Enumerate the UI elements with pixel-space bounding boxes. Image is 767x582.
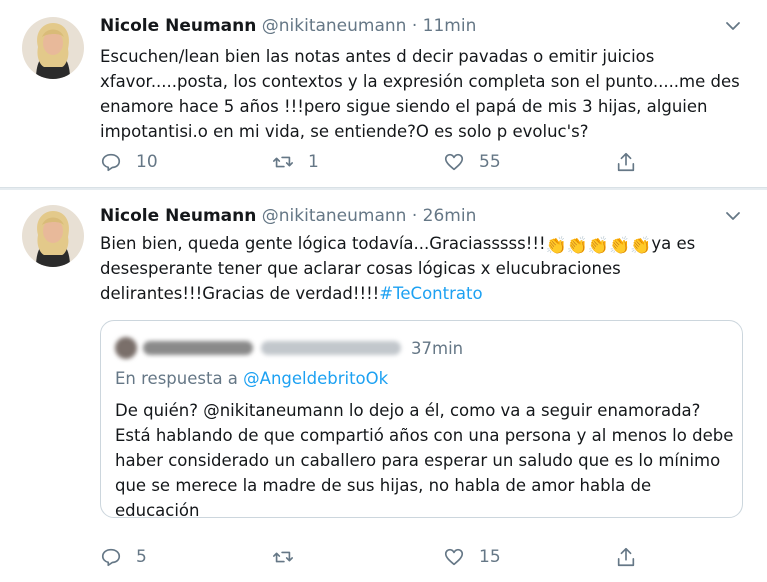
tweet-actions: 5 15 [100,546,660,572]
reply-count: 10 [136,152,158,172]
reply-icon [101,548,121,567]
tweet[interactable]: Nicole Neumann @nikitaneumann · 11min Es… [0,0,767,188]
like-button[interactable]: 15 [443,546,501,568]
reply-count: 5 [136,547,147,567]
separator-dot: · [411,16,418,36]
tweet-header: Nicole Neumann @nikitaneumann · 26min [100,206,476,226]
hashtag-link[interactable]: #TeContrato [379,284,482,303]
reply-button[interactable]: 5 [100,546,147,568]
share-icon [617,152,635,172]
retweet-icon [273,156,293,168]
tweet-time[interactable]: 26min [423,206,477,226]
blurred-author-handle [261,341,401,355]
like-count: 15 [479,547,501,567]
tweet-header: Nicole Neumann @nikitaneumann · 11min [100,16,476,36]
retweet-count: 1 [308,152,319,172]
separator-dot: · [411,206,418,226]
tweet-text: Escuchen/lean bien las notas antes d dec… [100,47,740,141]
quoted-tweet[interactable]: 37min En respuesta a @AngeldebritoOk De … [100,320,743,520]
tweet-text-start: Bien bien, queda gente lógica todavía...… [100,234,546,253]
tweet-actions: 10 1 55 [100,151,660,177]
like-button[interactable]: 55 [443,151,501,173]
author-name[interactable]: Nicole Neumann [100,206,256,226]
heart-icon [444,153,464,171]
tweet[interactable]: Nicole Neumann @nikitaneumann · 26min Bi… [0,190,767,582]
heart-icon [444,548,464,566]
reply-icon [101,153,121,172]
reply-button[interactable]: 10 [100,151,158,173]
author-name[interactable]: Nicole Neumann [100,16,256,36]
avatar[interactable] [22,17,84,79]
blurred-avatar [115,337,137,359]
quoted-tweet-header: 37min [115,337,463,359]
quoted-tweet-text: De quién? @nikitaneumann lo dejo a él, c… [115,401,734,520]
chevron-down-icon[interactable] [725,18,741,34]
quoted-tweet-time[interactable]: 37min [411,339,463,358]
author-handle[interactable]: @nikitaneumann [262,16,407,36]
like-count: 55 [479,152,501,172]
avatar[interactable] [22,205,84,267]
chevron-down-icon[interactable] [725,208,741,224]
retweet-button[interactable] [272,546,308,568]
share-icon [617,547,635,567]
clapping-hands-emoji: 👏👏👏👏👏 [545,236,652,256]
reply-context: En respuesta a @AngeldebritoOk [115,369,388,388]
reply-prefix: En respuesta a [115,369,238,388]
share-button[interactable] [615,151,637,173]
blurred-author-name [143,341,253,355]
share-button[interactable] [615,546,637,568]
author-handle[interactable]: @nikitaneumann [262,206,407,226]
tweet-text: Bien bien, queda gente lógica todavía...… [100,231,740,306]
reply-to-mention[interactable]: @AngeldebritoOk [243,369,388,388]
retweet-button[interactable]: 1 [272,151,319,173]
tweet-time[interactable]: 11min [423,16,477,36]
retweet-icon [273,551,293,563]
